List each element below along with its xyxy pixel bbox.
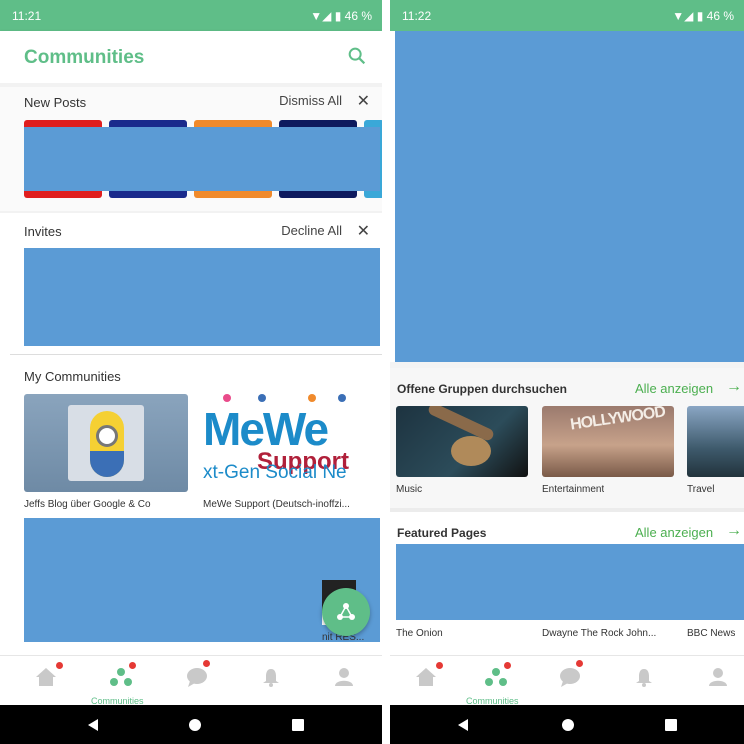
battery-level: 46 % [344, 9, 372, 23]
tagline-logo-text: xt-Gen Social Ne [203, 462, 347, 483]
status-time: 11:21 [12, 9, 42, 23]
dot [258, 394, 266, 402]
nav-profile[interactable] [698, 666, 738, 693]
nav-notifications[interactable] [251, 666, 291, 693]
nav-profile[interactable] [324, 666, 364, 693]
panel-divider [382, 0, 390, 744]
chat-bubble-icon [187, 668, 207, 687]
invites-section: Invites Decline All ✕ [0, 213, 382, 353]
featured-pages-section: Featured Pages Alle anzeigen → The Onion… [390, 512, 744, 655]
page-title: Communities [24, 47, 145, 68]
nav-notifications[interactable] [624, 666, 664, 693]
page-caption: BBC News [687, 628, 736, 639]
invites-title: Invites [24, 224, 62, 239]
bell-icon [636, 669, 652, 687]
community-caption: Jeffs Blog über Google & Co [24, 499, 151, 510]
group-card-travel[interactable] [687, 406, 744, 477]
decline-close-icon[interactable]: ✕ [357, 221, 370, 241]
profile-icon [709, 668, 727, 686]
nav-home[interactable] [406, 662, 446, 693]
new-posts-title: New Posts [24, 95, 87, 110]
new-posts-section: New Posts Dismiss All ✕ [0, 87, 382, 211]
my-communities-section: My Communities Jeffs Blog über Google & … [0, 355, 382, 655]
app-bar: Communities [0, 31, 382, 83]
right-screen: 11:22 ▼◢ ▮ 46 % Offene Gruppen durchsuch… [390, 0, 744, 744]
notification-dot [436, 662, 443, 669]
system-navigation-bar [0, 705, 382, 744]
groups-show-all-link[interactable]: Alle anzeigen [635, 381, 713, 396]
hollywood-sign: HOLLYWOOD [569, 406, 666, 434]
communities-icon [110, 668, 132, 686]
notification-dot [576, 660, 583, 667]
home-circle-icon[interactable] [560, 717, 576, 733]
notification-dot [504, 662, 511, 669]
home-icon [416, 668, 436, 686]
dot [223, 394, 231, 402]
arrow-right-icon[interactable]: → [726, 522, 742, 540]
featured-title: Featured Pages [397, 526, 487, 540]
redacted-area [396, 544, 744, 620]
nav-chats[interactable] [550, 660, 590, 693]
my-communities-title: My Communities [24, 369, 121, 384]
groups-title: Offene Gruppen durchsuchen [397, 382, 568, 396]
status-bar: 11:21 ▼◢ ▮ 46 % [0, 0, 382, 31]
notification-dot [56, 662, 63, 669]
back-icon[interactable] [456, 718, 470, 732]
group-caption: Music [396, 484, 423, 495]
battery-level: 46 % [706, 9, 734, 23]
community-card-mewe-support[interactable]: MeWe Support xt-Gen Social Ne [203, 394, 373, 492]
group-card-entertainment[interactable]: HOLLYWOOD [542, 406, 674, 477]
minion-image [68, 405, 144, 481]
dot [338, 394, 346, 402]
search-icon[interactable] [346, 45, 368, 67]
create-community-button[interactable] [322, 588, 370, 636]
communities-icon [485, 668, 507, 686]
home-icon [36, 668, 56, 686]
nav-chats[interactable] [177, 660, 217, 693]
community-icon [337, 603, 355, 620]
groups-section: Offene Gruppen durchsuchen Alle anzeigen… [390, 368, 744, 508]
chat-bubble-icon [560, 668, 580, 687]
notification-dot [203, 660, 210, 667]
nav-communities[interactable]: Communities [466, 662, 519, 706]
dismiss-all-button[interactable]: Dismiss All [279, 93, 342, 108]
group-caption: Travel [687, 484, 715, 495]
nav-communities[interactable]: Communities [91, 662, 144, 706]
status-bar: 11:22 ▼◢ ▮ 46 % [390, 0, 744, 31]
dismiss-close-icon[interactable]: ✕ [357, 91, 370, 111]
redacted-area [24, 248, 380, 346]
status-icons: ▼◢ ▮ 46 % [310, 9, 372, 23]
page-caption: The Onion [396, 628, 443, 639]
back-icon[interactable] [86, 718, 100, 732]
recents-icon[interactable] [664, 718, 678, 732]
arrow-right-icon[interactable]: → [726, 378, 742, 396]
bell-icon [263, 669, 279, 687]
status-time: 11:22 [402, 9, 432, 23]
redacted-area [395, 31, 744, 362]
redacted-area [24, 127, 380, 191]
bottom-navigation: Communities [0, 655, 382, 706]
page-caption: Dwayne The Rock John... [542, 628, 657, 639]
profile-icon [335, 668, 353, 686]
status-icons: ▼◢ ▮ 46 % [672, 9, 734, 23]
community-caption: MeWe Support (Deutsch-inoffzi... [203, 499, 350, 510]
notification-dot [129, 662, 136, 669]
dot [308, 394, 316, 402]
group-caption: Entertainment [542, 484, 605, 495]
nav-home[interactable] [26, 662, 66, 693]
community-card-jeffs-blog[interactable] [24, 394, 188, 492]
home-circle-icon[interactable] [187, 717, 203, 733]
left-screen: 11:21 ▼◢ ▮ 46 % Communities New Posts Di… [0, 0, 382, 744]
recents-icon[interactable] [291, 718, 305, 732]
group-card-music[interactable] [396, 406, 528, 477]
featured-show-all-link[interactable]: Alle anzeigen [635, 525, 713, 540]
system-navigation-bar [390, 705, 744, 744]
bottom-navigation: Communities [390, 655, 744, 706]
decline-all-button[interactable]: Decline All [281, 223, 342, 238]
